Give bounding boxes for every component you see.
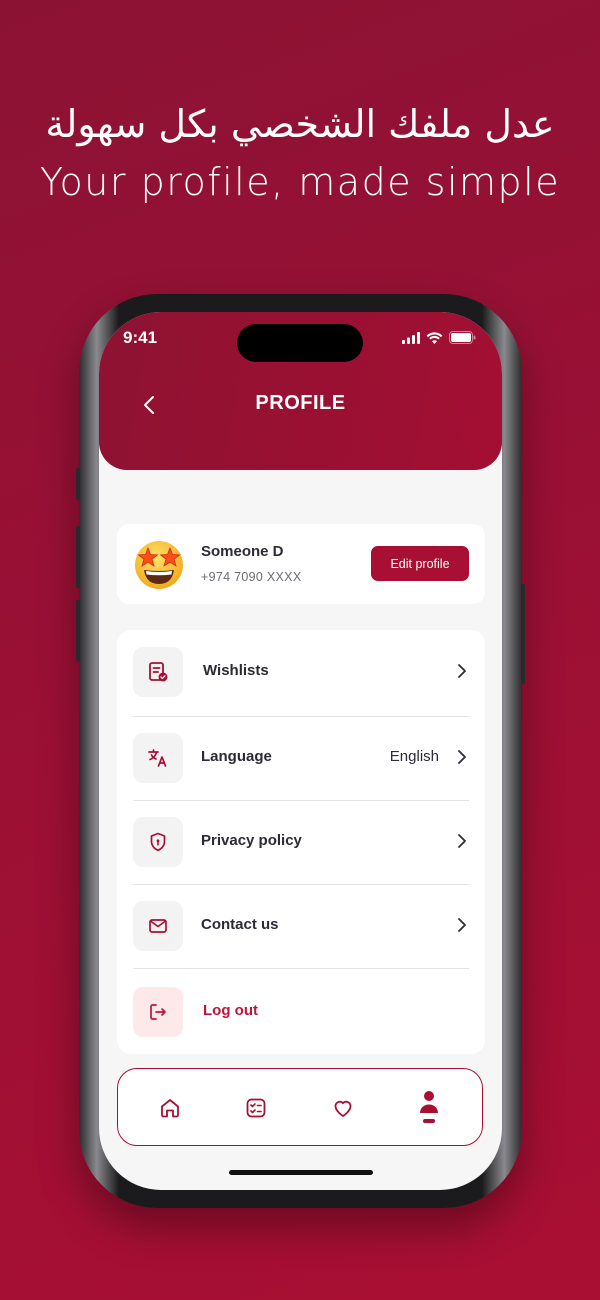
chevron-right-icon bbox=[457, 749, 467, 770]
avatar bbox=[131, 536, 187, 592]
logout-button[interactable]: Log out bbox=[133, 970, 469, 1054]
wishlist-icon bbox=[149, 662, 168, 682]
chevron-right-icon bbox=[457, 917, 467, 938]
menu-item-wishlists[interactable]: Wishlists bbox=[133, 630, 469, 714]
tab-orders[interactable] bbox=[226, 1069, 286, 1147]
battery-icon bbox=[449, 331, 476, 349]
menu-item-label: Contact us bbox=[201, 916, 279, 933]
tab-home[interactable] bbox=[140, 1069, 200, 1147]
home-icon bbox=[161, 1099, 179, 1118]
menu-item-label: Language bbox=[201, 748, 272, 765]
shield-icon bbox=[150, 832, 166, 852]
phone-volume-down bbox=[76, 600, 80, 662]
profile-card: Someone D +974 7090 XXXX Edit profile bbox=[117, 524, 485, 604]
checklist-icon bbox=[246, 1098, 266, 1118]
signal-icon bbox=[402, 331, 420, 349]
status-time: 9:41 bbox=[123, 328, 158, 347]
logout-label: Log out bbox=[203, 1002, 258, 1019]
menu-item-language[interactable]: Language English bbox=[133, 716, 469, 800]
page-title: PROFILE bbox=[255, 392, 346, 414]
wifi-icon bbox=[426, 331, 443, 349]
app-header: 9:41 PROFILE bbox=[99, 312, 502, 470]
marketing-headline: عدل ملفك الشخصي بكل سهولة Your profile, … bbox=[0, 96, 600, 210]
phone-power-button bbox=[521, 584, 525, 684]
settings-menu: Wishlists Language English Privacy polic… bbox=[117, 630, 485, 1054]
user-icon bbox=[420, 1091, 438, 1123]
chevron-right-icon bbox=[457, 833, 467, 854]
mail-icon bbox=[149, 919, 167, 933]
user-name: Someone D bbox=[201, 543, 284, 560]
translate-icon bbox=[148, 749, 167, 767]
bottom-tab-bar bbox=[117, 1068, 483, 1146]
phone-screen: 9:41 PROFILE Someone D +974 7090 XXXX Ed… bbox=[99, 312, 502, 1190]
phone-frame: 9:41 PROFILE Someone D +974 7090 XXXX Ed… bbox=[76, 294, 525, 1208]
status-icons bbox=[402, 331, 476, 349]
heart-icon bbox=[334, 1100, 352, 1117]
menu-item-label: Wishlists bbox=[203, 662, 269, 679]
dynamic-island bbox=[237, 324, 363, 362]
headline-english: Your profile, made simple bbox=[39, 160, 561, 204]
menu-item-contact-us[interactable]: Contact us bbox=[133, 884, 469, 968]
headline-arabic: عدل ملفك الشخصي بكل سهولة bbox=[45, 102, 555, 146]
edit-profile-button[interactable]: Edit profile bbox=[371, 546, 469, 581]
user-phone: +974 7090 XXXX bbox=[201, 570, 302, 584]
star-struck-emoji-icon bbox=[135, 541, 183, 589]
menu-item-privacy-policy[interactable]: Privacy policy bbox=[133, 800, 469, 884]
language-value: English bbox=[389, 748, 439, 765]
phone-volume-up bbox=[76, 526, 80, 588]
divider bbox=[133, 968, 469, 969]
tab-favorites[interactable] bbox=[313, 1069, 373, 1147]
tab-profile[interactable] bbox=[399, 1069, 459, 1147]
chevron-right-icon bbox=[457, 663, 467, 684]
menu-item-label: Privacy policy bbox=[201, 832, 302, 849]
phone-silent-switch bbox=[76, 468, 80, 500]
logout-icon bbox=[150, 1004, 166, 1020]
home-indicator bbox=[229, 1170, 373, 1175]
